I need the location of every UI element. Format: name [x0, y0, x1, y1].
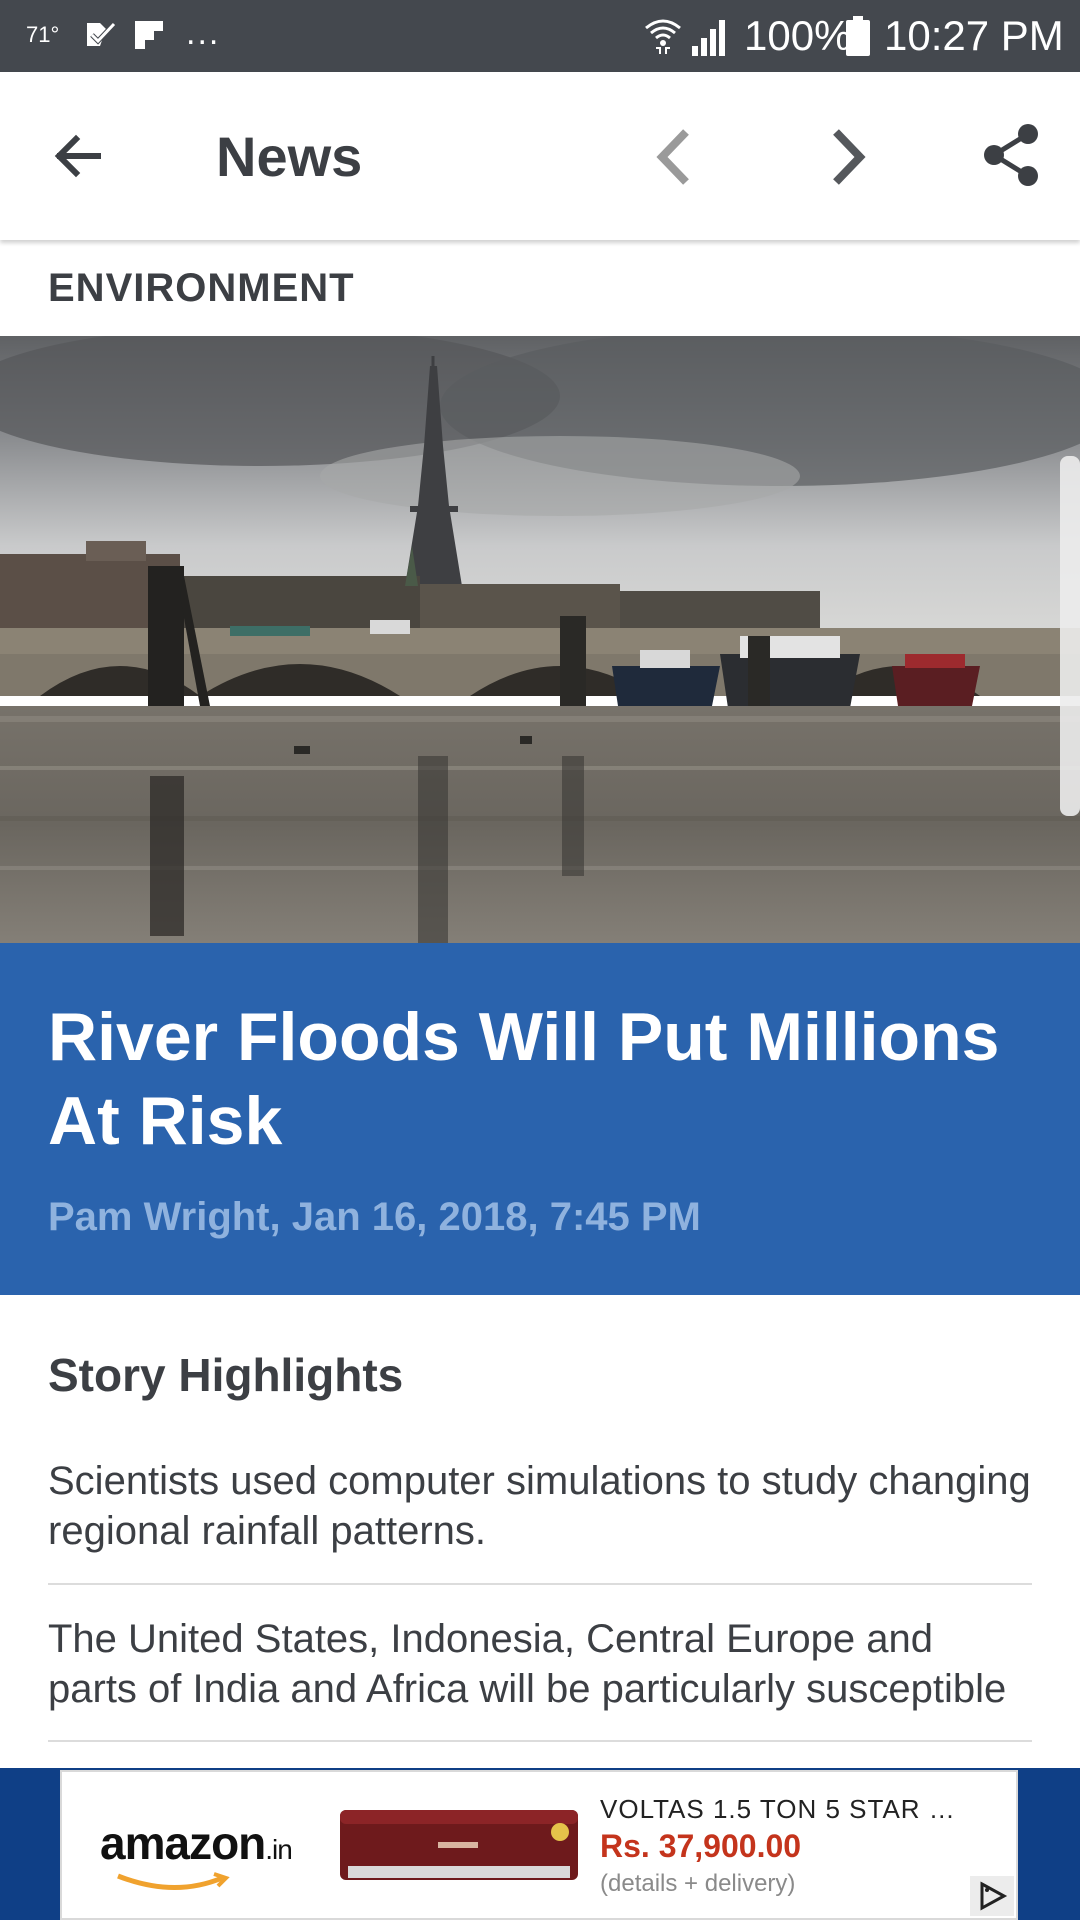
amazon-smile-icon [117, 1872, 230, 1891]
article-hero-image [0, 336, 1080, 943]
battery-percent-text: 100% [744, 12, 852, 59]
article-category[interactable]: ENVIRONMENT [48, 266, 355, 311]
battery-icon [846, 16, 870, 56]
ad-choices-icon[interactable] [970, 1876, 1014, 1916]
highlights-title: Story Highlights [48, 1349, 404, 1401]
temperature-text: 71° [26, 22, 60, 47]
ad-subtext: (details + delivery) [600, 1870, 796, 1897]
headline-block: River Floods Will Put Millions At Risk P… [0, 943, 1080, 1295]
status-bar: 71° ... 100% 10:27 PM [0, 0, 1080, 72]
back-arrow-icon[interactable] [48, 124, 112, 188]
highlight-text: The United States, Indonesia, Central Eu… [48, 1617, 1007, 1711]
wifi-icon [645, 19, 681, 54]
highlight-item: The United States, Indonesia, Central Eu… [48, 1614, 1032, 1714]
more-notifications-text: ... [186, 14, 221, 52]
signal-icon [692, 20, 725, 56]
article-headline: River Floods Will Put Millions At Risk [48, 999, 1000, 1159]
checkmark-notification-icon [87, 22, 116, 46]
ad-brand: amazon [100, 1817, 266, 1869]
clock-text: 10:27 PM [884, 12, 1064, 59]
divider [48, 1740, 1032, 1742]
divider [48, 1583, 1032, 1585]
amazon-logo: amazon.in [100, 1816, 293, 1870]
highlight-text: Scientists used computer simulations to … [48, 1459, 1031, 1553]
highlight-item: Scientists used computer simulations to … [48, 1456, 1032, 1556]
ad-product-name: VOLTAS 1.5 TON 5 STAR … [600, 1794, 956, 1824]
ad-brand-suffix: .in [265, 1834, 293, 1865]
ad-banner[interactable]: amazon.in VOLTAS 1.5 TON 5 STAR … Rs. 37… [60, 1770, 1018, 1920]
app-bar: News [0, 72, 1080, 240]
share-icon[interactable] [976, 120, 1046, 190]
ad-price: Rs. 37,900.00 [600, 1828, 802, 1864]
flipboard-icon [135, 21, 163, 49]
chevron-left-icon[interactable] [640, 122, 710, 192]
article-byline: Pam Wright, Jan 16, 2018, 7:45 PM [48, 1195, 701, 1239]
app-title: News [216, 125, 363, 188]
air-conditioner-image [340, 1810, 578, 1880]
chevron-right-icon[interactable] [812, 122, 882, 192]
